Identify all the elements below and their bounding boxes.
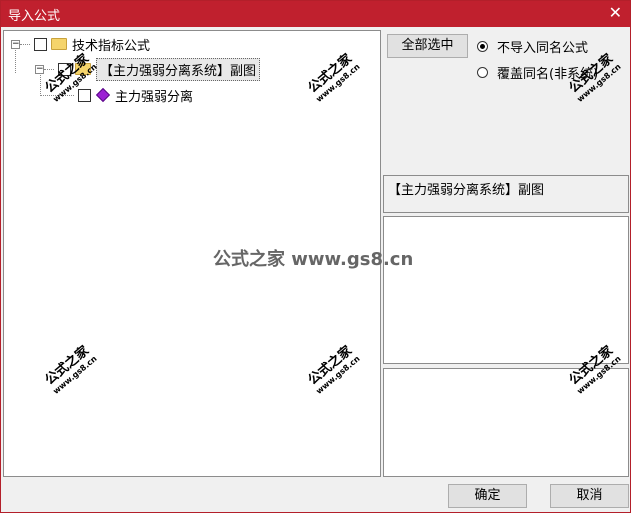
formula-description-box: [383, 216, 629, 364]
radio-selected-icon[interactable]: [477, 41, 488, 52]
collapse-icon[interactable]: −: [11, 39, 20, 49]
watermark-center: 公式之家 www.gs8.cn: [213, 249, 414, 270]
radio-unselected-icon[interactable]: [477, 67, 488, 78]
formula-icon: [95, 87, 111, 103]
folder-icon: [51, 38, 67, 50]
formula-name-display: 【主力强弱分离系统】副图: [383, 175, 629, 213]
radio-label: 不导入同名公式: [497, 41, 589, 56]
radio-skip-duplicates[interactable]: 不导入同名公式: [477, 37, 588, 56]
tree-node-root[interactable]: − 技术指标公式: [11, 34, 150, 54]
tree-connector: [20, 43, 30, 45]
ok-button[interactable]: 确定: [448, 484, 527, 508]
collapse-icon[interactable]: −: [35, 64, 44, 74]
tree-node-label: 技术指标公式: [72, 38, 151, 54]
select-all-button[interactable]: 全部选中: [387, 34, 468, 58]
tree-connector: [44, 68, 54, 70]
cancel-button[interactable]: 取消: [550, 484, 629, 508]
close-icon[interactable]: ✕: [609, 3, 622, 22]
item-checkbox[interactable]: [78, 88, 91, 102]
tree-node-label: 【主力强弱分离系统】副图: [96, 57, 261, 81]
title-bar: 导入公式 ✕: [1, 1, 630, 27]
watermark-stamp: 公式之家 www.gs8.cn: [566, 51, 623, 104]
window-title: 导入公式: [8, 9, 61, 24]
root-checkbox[interactable]: [34, 37, 47, 51]
import-formula-dialog: 导入公式 ✕ − 技术指标公式 − 【主力强弱分离系统】副图 主力强弱分离 全部…: [0, 0, 631, 513]
tree-node-label: 主力强弱分离: [115, 89, 194, 105]
